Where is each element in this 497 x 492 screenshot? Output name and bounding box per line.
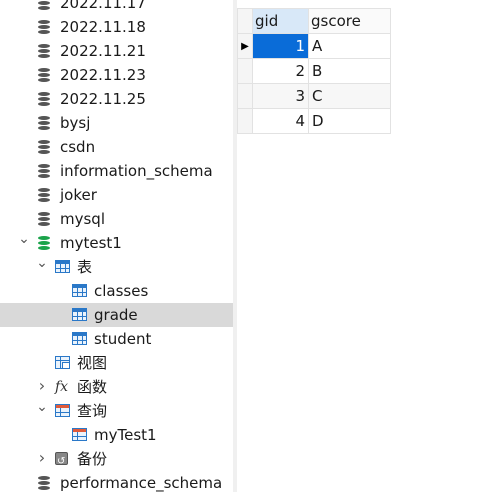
row-indicator	[237, 83, 253, 109]
tree-item-mytest1[interactable]: ⌄ mytest1	[0, 231, 233, 255]
tree-item-performance-schema[interactable]: performance_schema	[0, 471, 233, 492]
database-icon	[38, 19, 54, 35]
database-icon	[38, 139, 54, 155]
current-row-indicator: ▶	[237, 33, 253, 59]
tree-item-information-schema[interactable]: information_schema	[0, 159, 233, 183]
database-open-icon	[38, 235, 54, 251]
tree-item-label: mytest1	[60, 234, 122, 252]
table-icon	[72, 307, 88, 323]
row-indicator	[237, 58, 253, 84]
view-icon	[55, 355, 71, 371]
data-grid-pane: gid gscore ▶ 1 A 2 B 3 C 4 D	[237, 0, 497, 492]
database-icon	[38, 187, 54, 203]
tree-item-label: csdn	[60, 138, 96, 156]
tree-item-mysql[interactable]: mysql	[0, 207, 233, 231]
tree-item-queries[interactable]: ⌄ 查询	[0, 399, 233, 423]
data-grid: gid gscore ▶ 1 A 2 B 3 C 4 D	[237, 8, 391, 134]
column-header-gscore[interactable]: gscore	[308, 8, 391, 34]
chevron-down-icon[interactable]: ⌄	[36, 399, 48, 423]
cell-gscore[interactable]: A	[308, 33, 391, 59]
tree-item-label: joker	[60, 186, 97, 204]
tree-item-label: 备份	[77, 450, 108, 468]
query-folder-icon	[55, 403, 71, 419]
tree-item-label: 2022.11.17	[60, 0, 146, 12]
table-row[interactable]: 2 B	[237, 58, 391, 84]
tree-item-label: grade	[94, 306, 138, 324]
cell-gid[interactable]: 1	[252, 33, 309, 59]
chevron-right-icon[interactable]: ›	[36, 447, 48, 471]
tree-item-grade[interactable]: grade	[0, 303, 233, 327]
table-row[interactable]: 4 D	[237, 108, 391, 134]
tree-item-label: classes	[94, 282, 149, 300]
tree-item-2022-11-25[interactable]: 2022.11.25	[0, 87, 233, 111]
column-header-gid[interactable]: gid	[252, 8, 309, 34]
function-icon: fx	[55, 379, 69, 395]
tree-item-2022-11-23[interactable]: 2022.11.23	[0, 63, 233, 87]
chevron-right-icon[interactable]: ›	[36, 375, 48, 399]
table-icon	[72, 331, 88, 347]
tree-item-label: mysql	[60, 210, 105, 228]
table-row[interactable]: ▶ 1 A	[237, 33, 391, 59]
chevron-down-icon[interactable]: ⌄	[36, 255, 48, 279]
tree-item-label: myTest1	[94, 426, 157, 444]
tree-item-label: 2022.11.21	[60, 42, 146, 60]
tree-item-2022-11-21[interactable]: 2022.11.21	[0, 39, 233, 63]
cell-gid[interactable]: 4	[252, 108, 309, 134]
tree-item-label: 2022.11.25	[60, 90, 146, 108]
tree-item-label: bysj	[60, 114, 91, 132]
tree-item-label: 函数	[77, 378, 108, 396]
row-indicator	[237, 108, 253, 134]
database-icon	[38, 67, 54, 83]
row-indicator-header	[237, 8, 253, 34]
tree-item-classes[interactable]: classes	[0, 279, 233, 303]
navigation-tree: 2022.11.17 2022.11.18 2022.11.21 2022.11.23…	[0, 0, 233, 492]
table-icon	[72, 283, 88, 299]
cell-gscore[interactable]: C	[308, 83, 391, 109]
cell-gid[interactable]: 2	[252, 58, 309, 84]
tree-item-views[interactable]: 视图	[0, 351, 233, 375]
database-icon	[38, 115, 54, 131]
cell-gid[interactable]: 3	[252, 83, 309, 109]
database-icon	[38, 43, 54, 59]
tree-item-tables[interactable]: ⌄ 表	[0, 255, 233, 279]
tree-item-label: information_schema	[60, 162, 213, 180]
tables-folder-icon	[55, 259, 71, 275]
tree-item-functions[interactable]: › fx 函数	[0, 375, 233, 399]
database-icon	[38, 211, 54, 227]
tree-item-label: 查询	[77, 402, 108, 420]
tree-item-joker[interactable]: joker	[0, 183, 233, 207]
query-icon	[72, 427, 88, 443]
tree-item-label: 2022.11.18	[60, 18, 146, 36]
tree-item-label: 视图	[77, 354, 108, 372]
tree-item-mytest1[interactable]: myTest1	[0, 423, 233, 447]
cell-gscore[interactable]: D	[308, 108, 391, 134]
database-icon	[38, 475, 54, 491]
database-icon	[38, 0, 54, 11]
tree-item-label: student	[94, 330, 152, 348]
tree-item-backups[interactable]: › 备份	[0, 447, 233, 474]
tree-item-2022-11-17[interactable]: 2022.11.17	[0, 0, 233, 15]
tree-item-label: performance_schema	[60, 474, 223, 492]
tree-item-student[interactable]: student	[0, 327, 233, 351]
tree-item-bysj[interactable]: bysj	[0, 111, 233, 135]
tree-item-2022-11-18[interactable]: 2022.11.18	[0, 15, 233, 39]
tree-item-csdn[interactable]: csdn	[0, 135, 233, 159]
grid-header-row: gid gscore	[237, 8, 391, 34]
tree-item-label: 2022.11.23	[60, 66, 146, 84]
database-icon	[38, 91, 54, 107]
database-icon	[38, 163, 54, 179]
cell-gscore[interactable]: B	[308, 58, 391, 84]
chevron-down-icon[interactable]: ⌄	[18, 231, 30, 255]
table-row[interactable]: 3 C	[237, 83, 391, 109]
tree-item-label: 表	[77, 258, 93, 276]
backup-icon	[55, 450, 71, 474]
